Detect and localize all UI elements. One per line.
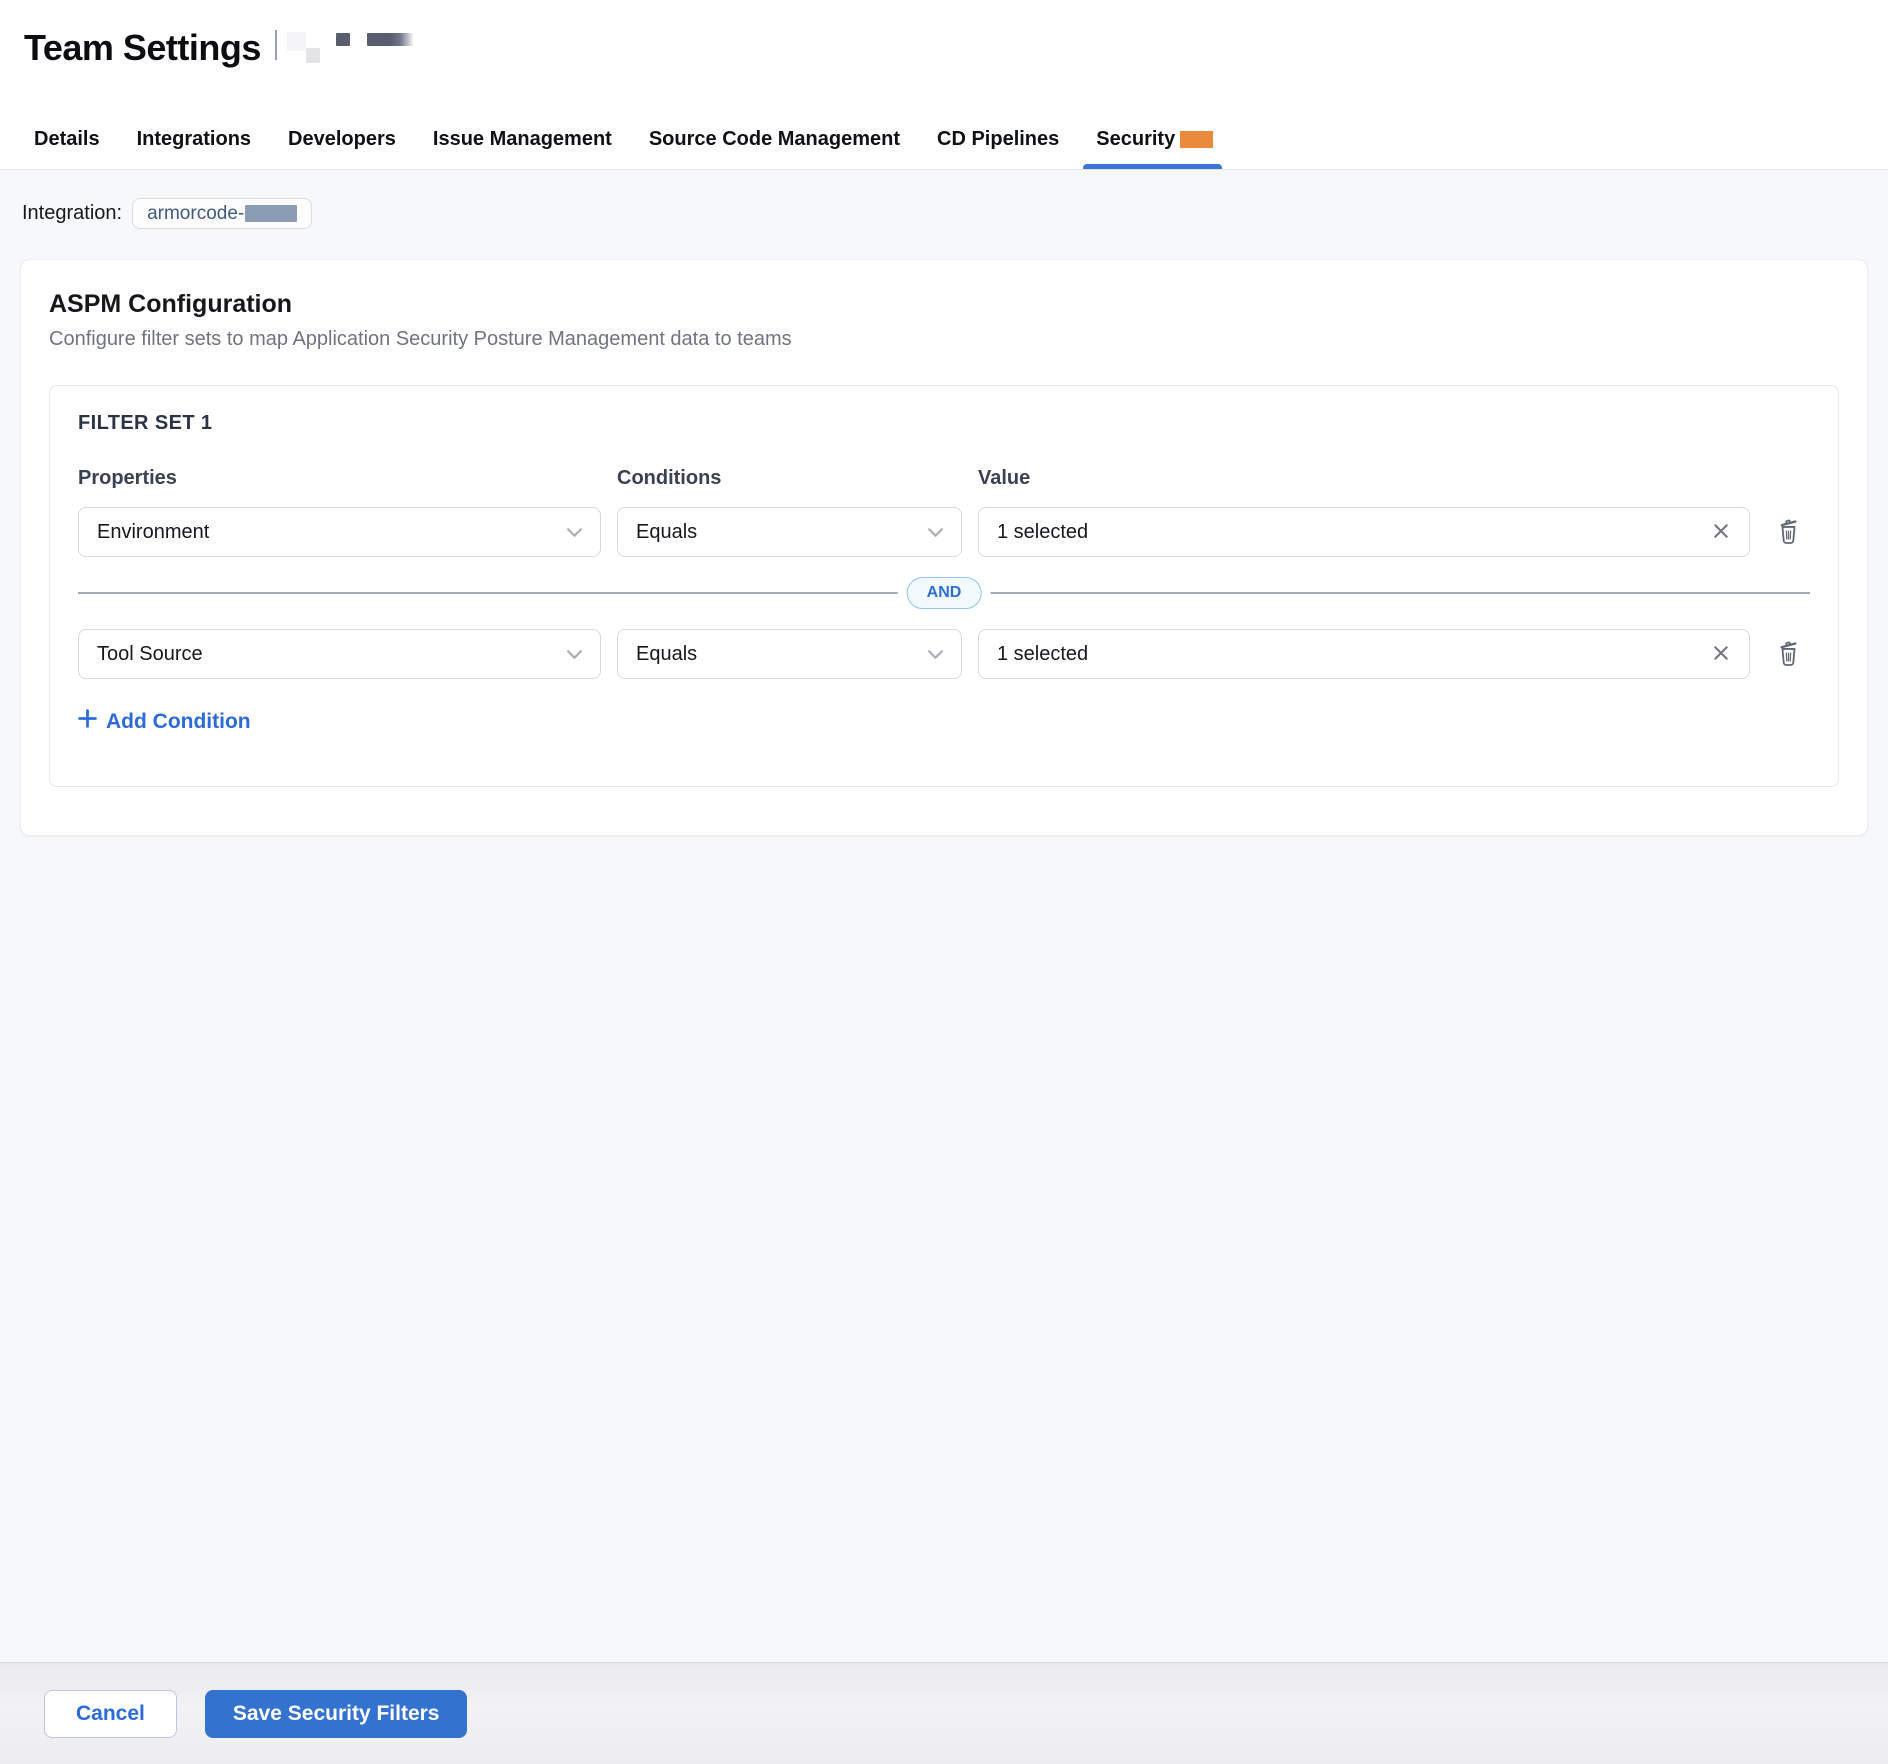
aspm-configuration-subtitle: Configure filter sets to map Application… <box>49 328 1839 351</box>
integration-label: Integration: <box>22 202 122 225</box>
page-title: Team Settings <box>24 27 261 69</box>
page-header: Team Settings Details Integrations Devel… <box>0 0 1888 170</box>
title-redacted-text <box>275 28 413 68</box>
tab-developers[interactable]: Developers <box>288 128 396 169</box>
title-divider <box>275 30 277 60</box>
aspm-configuration-card: ASPM Configuration Configure filter sets… <box>20 259 1868 836</box>
tab-label: Integrations <box>137 128 251 151</box>
value-selected-text: 1 selected <box>997 521 1088 544</box>
property-select-value: Tool Source <box>97 643 203 666</box>
close-icon <box>1713 523 1729 542</box>
and-operator-badge: AND <box>907 577 982 609</box>
property-select[interactable]: Environment <box>78 507 601 557</box>
clear-value-button[interactable] <box>1709 519 1733 546</box>
tab-label: Security <box>1096 128 1175 151</box>
tab-security[interactable]: Security <box>1096 128 1213 169</box>
condition-select[interactable]: Equals <box>617 629 962 679</box>
condition-row-1: Environment Equals 1 selected <box>78 507 1810 557</box>
redacted-block <box>287 32 306 51</box>
value-multiselect[interactable]: 1 selected <box>978 629 1750 679</box>
integration-value-redacted <box>245 205 297 222</box>
title-row: Team Settings <box>0 0 1888 70</box>
tab-issue-management[interactable]: Issue Management <box>433 128 612 169</box>
column-headers-row: Properties Conditions Value <box>78 467 1810 490</box>
save-security-filters-button[interactable]: Save Security Filters <box>205 1690 468 1738</box>
cancel-button[interactable]: Cancel <box>44 1690 177 1738</box>
condition-select-value: Equals <box>636 521 697 544</box>
security-tab-redacted-badge <box>1180 131 1213 148</box>
integration-value: armorcode- <box>147 203 244 225</box>
chevron-down-icon <box>927 527 944 538</box>
close-icon <box>1713 645 1729 664</box>
tab-label: Details <box>34 128 100 151</box>
conditions-column-header: Conditions <box>617 467 962 490</box>
add-condition-label: Add Condition <box>106 710 251 734</box>
operator-divider: AND <box>78 575 1810 611</box>
chevron-down-icon <box>566 527 583 538</box>
integration-chip[interactable]: armorcode- <box>132 198 312 229</box>
tab-label: CD Pipelines <box>937 128 1059 151</box>
plus-icon <box>78 709 97 734</box>
delete-condition-button[interactable] <box>1766 507 1810 557</box>
tab-cd-pipelines[interactable]: CD Pipelines <box>937 128 1059 169</box>
condition-select[interactable]: Equals <box>617 507 962 557</box>
condition-select-value: Equals <box>636 643 697 666</box>
value-multiselect[interactable]: 1 selected <box>978 507 1750 557</box>
chevron-down-icon <box>566 649 583 660</box>
tab-label: Source Code Management <box>649 128 900 151</box>
trash-icon <box>1775 638 1802 670</box>
redacted-block <box>367 33 413 46</box>
footer-action-bar: Cancel Save Security Filters <box>0 1662 1888 1764</box>
trash-icon <box>1775 516 1802 548</box>
tab-label: Developers <box>288 128 396 151</box>
tab-integrations[interactable]: Integrations <box>137 128 251 169</box>
add-condition-button[interactable]: Add Condition <box>78 709 251 734</box>
tab-details[interactable]: Details <box>34 128 100 169</box>
properties-column-header: Properties <box>78 467 601 490</box>
integration-row: Integration: armorcode- <box>22 198 1868 229</box>
value-selected-text: 1 selected <box>997 643 1088 666</box>
aspm-configuration-title: ASPM Configuration <box>49 290 1839 319</box>
condition-row-2: Tool Source Equals 1 selected <box>78 629 1810 679</box>
tab-bar: Details Integrations Developers Issue Ma… <box>34 128 1213 169</box>
tab-source-code-management[interactable]: Source Code Management <box>649 128 900 169</box>
tab-label: Issue Management <box>433 128 612 151</box>
delete-condition-button[interactable] <box>1766 629 1810 679</box>
clear-value-button[interactable] <box>1709 641 1733 668</box>
property-select-value: Environment <box>97 521 209 544</box>
redacted-block <box>306 48 320 63</box>
redacted-block <box>336 33 350 46</box>
property-select[interactable]: Tool Source <box>78 629 601 679</box>
chevron-down-icon <box>927 649 944 660</box>
filter-set-title: FILTER SET 1 <box>78 412 1810 435</box>
filter-set-panel: FILTER SET 1 Properties Conditions Value… <box>49 385 1839 787</box>
main-content: Integration: armorcode- ASPM Configurati… <box>0 170 1888 1662</box>
value-column-header: Value <box>978 467 1750 490</box>
